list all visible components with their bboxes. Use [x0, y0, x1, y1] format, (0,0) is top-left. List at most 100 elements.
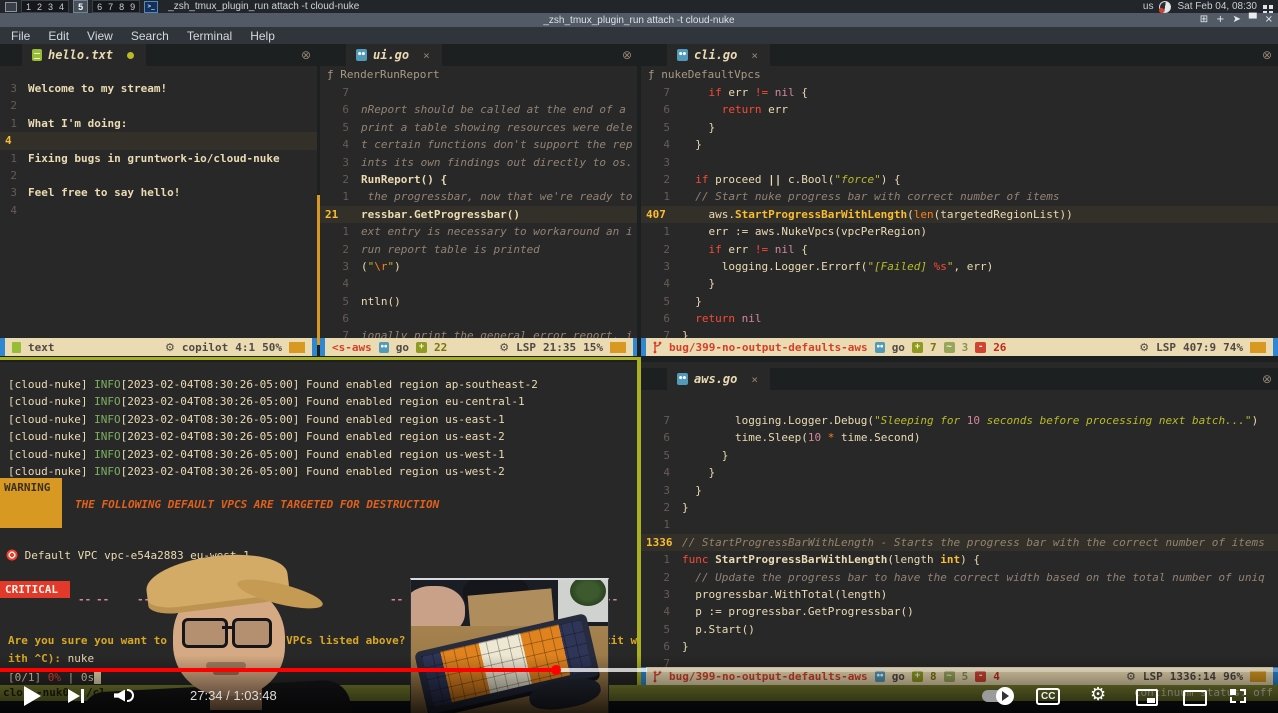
- git-modified-count: 3: [962, 341, 969, 354]
- code-line: 1What I'm doing:: [0, 115, 317, 132]
- play-button[interactable]: [24, 686, 41, 706]
- close-buffer-icon[interactable]: ⊗: [1262, 48, 1272, 62]
- workspace-7[interactable]: 7: [108, 2, 113, 12]
- code-line: 1Fixing bugs in gruntwork-io/cloud-nuke: [0, 150, 317, 167]
- window-list-icon[interactable]: [5, 2, 17, 12]
- workspace-1[interactable]: 1: [26, 2, 31, 12]
- workspace-5-active[interactable]: 5: [73, 0, 88, 13]
- close-tab-icon[interactable]: ×: [751, 49, 758, 62]
- menu-help[interactable]: Help: [241, 29, 284, 43]
- editor-pane-cli-go[interactable]: cli.go × ⊗ ƒ nukeDefaultVpcs 7 if err !=…: [641, 44, 1278, 356]
- code-line: 6 return nil: [641, 310, 1278, 327]
- tmux-active-border-horizontal[interactable]: [0, 357, 641, 360]
- menu-terminal[interactable]: Terminal: [178, 29, 241, 43]
- tmux-active-border-vertical[interactable]: [637, 357, 641, 685]
- editor-content[interactable]: 76nReport should be called at the end of…: [320, 84, 638, 345]
- editor-pane-ui-go[interactable]: ui.go × ⊗ ƒ RenderRunReport 76nReport sh…: [320, 44, 638, 356]
- code-line: 4 }: [641, 464, 1278, 481]
- workspace-group-1[interactable]: 1 2 3 4: [21, 0, 69, 13]
- code-line: 2: [0, 167, 317, 184]
- code-line: 2 // Update the progress bar to have the…: [641, 569, 1278, 586]
- menu-view[interactable]: View: [78, 29, 122, 43]
- close-tab-icon[interactable]: ×: [423, 49, 430, 62]
- fullscreen-button[interactable]: [1230, 689, 1246, 703]
- workspace-6[interactable]: 6: [97, 2, 102, 12]
- editor-content[interactable]: 7 logging.Logger.Debug("Sleeping for 10 …: [641, 412, 1278, 673]
- menu-edit[interactable]: Edit: [39, 29, 78, 43]
- menu-file[interactable]: File: [2, 29, 39, 43]
- tab-hello-txt[interactable]: hello.txt: [22, 44, 146, 66]
- pin-icon[interactable]: ➤: [1233, 13, 1241, 27]
- volume-button[interactable]: [114, 689, 134, 702]
- workspace-3[interactable]: 3: [48, 2, 53, 12]
- filetype-label: text: [28, 341, 55, 354]
- miniplayer-button[interactable]: [1136, 689, 1158, 706]
- editor-pane-hello-txt[interactable]: hello.txt ⊗ 3Welcome to my stream!21What…: [0, 44, 317, 356]
- tab-cli-go[interactable]: cli.go ×: [667, 44, 770, 66]
- close-tab-icon[interactable]: ×: [751, 373, 758, 386]
- statusline-edge: [0, 338, 5, 356]
- move-icon[interactable]: +: [1216, 13, 1224, 27]
- window-title: _zsh_tmux_plugin_run attach -t cloud-nuk…: [543, 15, 734, 26]
- code-line: 2: [0, 97, 317, 114]
- maximize-icon[interactable]: ▀: [1249, 13, 1257, 27]
- workspace-8[interactable]: 8: [119, 2, 124, 12]
- next-button[interactable]: [68, 689, 84, 703]
- autoplay-pill: [982, 690, 1012, 702]
- code-line: 4: [320, 275, 638, 292]
- git-added-count: 7: [930, 341, 937, 354]
- video-scrubber-knob[interactable]: [551, 665, 561, 675]
- glasses-left-lens: [182, 618, 228, 648]
- editor-pane-aws-go[interactable]: aws.go × ⊗ 7 logging.Logger.Debug("Sleep…: [641, 362, 1278, 685]
- statusline-cli: bug/399-no-output-defaults-aws go + 7 ~ …: [641, 338, 1278, 356]
- fullscreen-icon: [1230, 689, 1246, 703]
- recording-indicator-icon[interactable]: [1159, 1, 1171, 13]
- critical-badge: CRITICAL: [0, 581, 70, 598]
- show-desktop-icon[interactable]: [1263, 5, 1267, 9]
- workspace-9[interactable]: 9: [130, 2, 135, 12]
- clock[interactable]: Sat Feb 04, 08:30: [1177, 1, 1257, 12]
- terminal-icon[interactable]: >_: [144, 1, 158, 13]
- code-line: 6}: [641, 638, 1278, 655]
- grid-icon[interactable]: ⊞: [1200, 13, 1208, 27]
- code-line: 21ressbar.GetProgressbar(): [320, 206, 638, 223]
- keyboard-layout-indicator[interactable]: us: [1143, 1, 1154, 12]
- editor-content[interactable]: 7 if err != nil {6 return err5 }4 }32 if…: [641, 84, 1278, 345]
- code-line: 1func StartProgressBarWithLength(length …: [641, 551, 1278, 568]
- editor-content[interactable]: 3Welcome to my stream!21What I'm doing:4…: [0, 66, 317, 219]
- code-line: 7 logging.Logger.Debug("Sleeping for 10 …: [641, 412, 1278, 429]
- settings-button[interactable]: ⚙: [1090, 684, 1106, 705]
- autoplay-toggle[interactable]: [982, 690, 1012, 702]
- code-line: 6nReport should be called at the end of …: [320, 101, 638, 118]
- theater-button[interactable]: [1183, 690, 1207, 706]
- pane-divider-vertical[interactable]: [637, 44, 641, 356]
- close-buffer-icon[interactable]: ⊗: [1262, 372, 1272, 386]
- cursor-position: 21:35: [543, 341, 576, 354]
- code-line: 5 }: [641, 447, 1278, 464]
- tab-aws-go[interactable]: aws.go ×: [667, 368, 770, 390]
- desktop-screen: 1 2 3 4 5 6 7 8 9 >_ _zsh_tmux_plugin_ru…: [0, 0, 1278, 713]
- close-icon[interactable]: ×: [1265, 13, 1273, 27]
- tab-ui-go[interactable]: ui.go ×: [346, 44, 442, 66]
- git-branch-name: bug/399-no-output-defaults-aws: [669, 341, 868, 354]
- close-buffer-icon[interactable]: ⊗: [301, 48, 311, 62]
- workspace-4[interactable]: 4: [59, 2, 64, 12]
- lsp-label: LSP: [516, 341, 536, 354]
- git-removed-icon: -: [975, 671, 986, 682]
- scroll-percent: 74%: [1223, 341, 1243, 354]
- breadcrumb: ƒ RenderRunReport: [320, 66, 638, 84]
- window-titlebar[interactable]: _zsh_tmux_plugin_run attach -t cloud-nuk…: [0, 13, 1278, 27]
- terminal-line: [cloud-nuke] INFO[2023-02-04T08:30:26-05…: [8, 430, 505, 444]
- close-buffer-icon[interactable]: ⊗: [622, 48, 632, 62]
- subtitles-button[interactable]: CC: [1036, 688, 1060, 705]
- terminal-line: [cloud-nuke] INFO[2023-02-04T08:30:26-05…: [8, 448, 505, 462]
- video-progress-bar[interactable]: [0, 668, 1278, 672]
- menu-search[interactable]: Search: [122, 29, 178, 43]
- code-line: 3 logging.Logger.Errorf("[Failed] %s", e…: [641, 258, 1278, 275]
- panel-window-title[interactable]: _zsh_tmux_plugin_run attach -t cloud-nuk…: [168, 1, 359, 12]
- menubar: File Edit View Search Terminal Help: [0, 27, 1278, 44]
- breadcrumb: ƒ nukeDefaultVpcs: [641, 66, 1278, 84]
- workspace-2[interactable]: 2: [37, 2, 42, 12]
- window-separator-scroll-indicator: [317, 195, 320, 345]
- workspace-group-2[interactable]: 6 7 8 9: [92, 0, 140, 13]
